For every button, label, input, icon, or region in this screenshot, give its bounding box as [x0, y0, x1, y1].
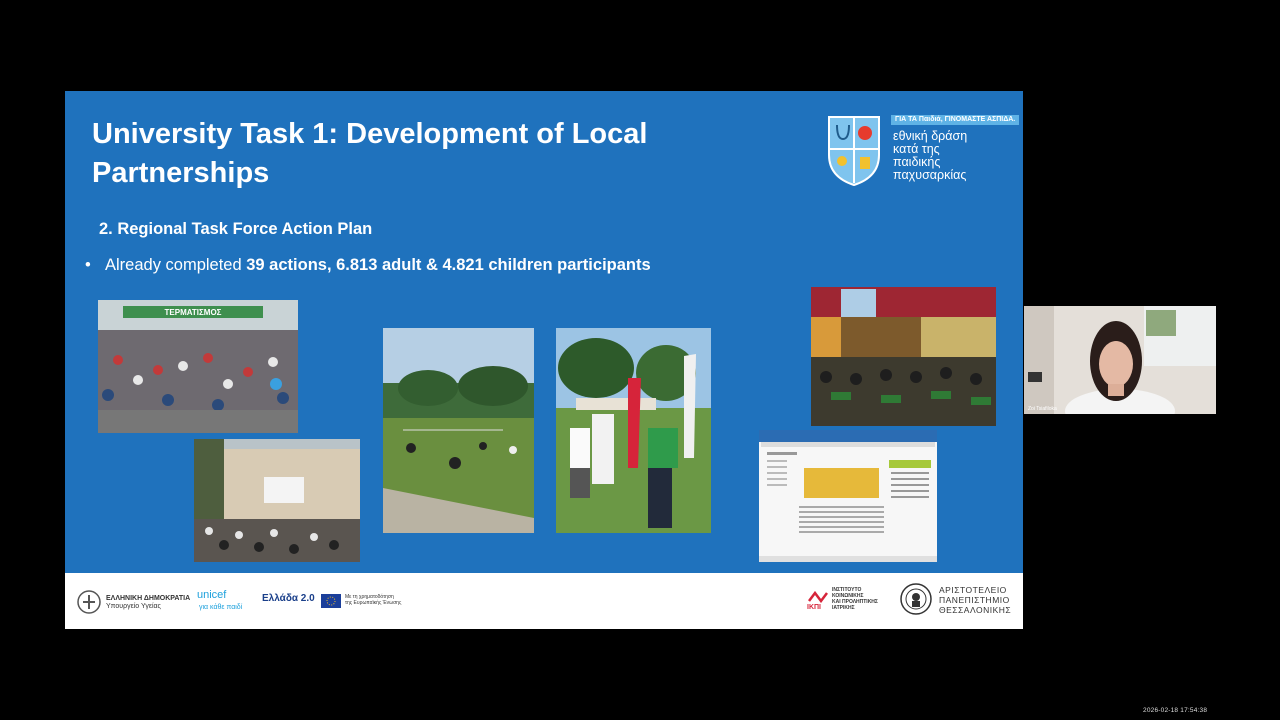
photo-race-finish: ΤΕΡΜΑΤΙΣΜΟΣ	[98, 300, 298, 433]
photo-park-activity	[383, 328, 534, 533]
footer-ministry: Υπουργείο Υγείας	[106, 603, 161, 610]
eu-flag-icon	[321, 594, 341, 608]
footer-republic: ΕΛΛΗΝΙΚΗ ΔΗΜΟΚΡΑΤΙΑ	[106, 595, 191, 602]
footer-ikpi-abbr: ΙΚΠΙ	[807, 604, 821, 611]
footer-auth-3: ΘΕΣΣΑΛΟΝΙΚΗΣ	[939, 605, 1012, 615]
race-banner-text: ΤΕΡΜΑΤΙΣΜΟΣ	[165, 308, 222, 317]
participant-video-feed	[1024, 306, 1216, 414]
auth-seal-icon	[900, 583, 932, 615]
footer-auth-2: ΠΑΝΕΠΙΣΤΗΜΙΟ	[939, 595, 1010, 605]
footer-auth-1: ΑΡΙΣΤΟΤΕΛΕΙΟ	[939, 585, 1007, 595]
logo-line-4: παχυσαρκίας	[893, 168, 967, 182]
bullet-marker: •	[85, 256, 91, 274]
presentation-slide: University Task 1: Development of Local …	[65, 91, 1023, 629]
participant-name: Zoi Tsiafiloka	[1028, 406, 1057, 412]
logo-text: εθνική δράση κατά της παιδικής παχυσαρκί…	[893, 130, 1003, 182]
footer-ikpi-4: ΙΑΤΡΙΚΗΣ	[832, 605, 855, 611]
footer-greece20: Ελλάδα 2.0	[262, 593, 315, 604]
recording-timestamp: 2026-02-18 17:54:38	[1143, 707, 1208, 714]
photo-info-stand	[556, 328, 711, 533]
footer-unicef: unicef	[197, 589, 227, 601]
photo-conference-hall	[811, 287, 996, 426]
footer-eu-text-2: της Ευρωπαϊκής Ένωσης	[345, 600, 402, 606]
greek-emblem-icon	[77, 590, 101, 614]
bullet-highlight: 39 actions, 6.813 adult & 4.821 children…	[246, 256, 651, 274]
participant-video-tile[interactable]: Zoi Tsiafiloka	[1024, 306, 1216, 414]
slide-subtitle: 2. Regional Task Force Action Plan	[99, 220, 373, 238]
ikpi-logo-icon	[808, 591, 828, 603]
logo-tagline: ΓΙΑ ΤΑ Παιδιά, ΓΙΝΟΜΑΣΤΕ ΑΣΠΙΔΑ.	[891, 115, 1020, 125]
photo-website-screenshot	[759, 430, 937, 562]
photo-outdoor-event	[194, 439, 360, 562]
slide-title: University Task 1: Development of Local …	[92, 118, 648, 189]
shield-logo-icon	[828, 116, 880, 187]
campaign-logo: ΓΙΑ ΤΑ Παιδιά, ΓΙΝΟΜΑΣΤΕ ΑΣΠΙΔΑ. εθνική …	[827, 115, 1020, 187]
bullet-prefix: Already completed	[105, 256, 247, 274]
slide-footer: ΕΛΛΗΝΙΚΗ ΔΗΜΟΚΡΑΤΙΑ Υπουργείο Υγείας uni…	[65, 573, 1023, 629]
footer-unicef-sub: για κάθε παιδί	[199, 604, 243, 611]
slide-bullet: • Already completed 39 actions, 6.813 adu…	[85, 256, 651, 275]
